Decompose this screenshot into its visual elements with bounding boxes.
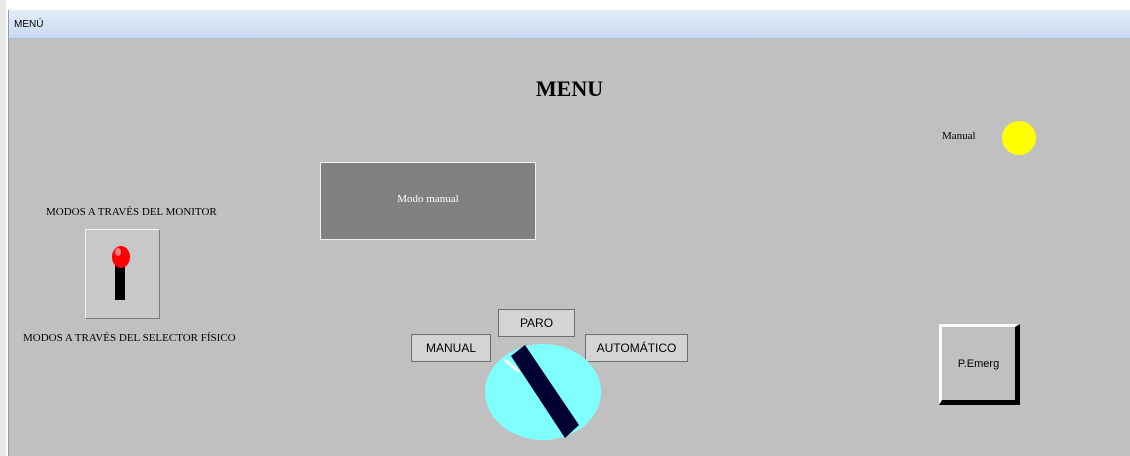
manual-indicator-label: Manual (942, 130, 976, 142)
window-title: MENÚ (14, 19, 44, 30)
emergency-stop-label: P.Emerg (957, 358, 1000, 370)
manual-indicator-lamp (1002, 121, 1036, 155)
mode-selector-knob[interactable] (483, 342, 603, 442)
lever-switch-icon (112, 246, 130, 300)
hmi-window: MENÚ MENU Manual Modo manual MODOS A TRA… (8, 10, 1130, 456)
left-edge (0, 0, 6, 456)
page-title: MENU (535, 76, 604, 101)
physical-selector-label: MODOS A TRAVÉS DEL SELECTOR FÍSICO (23, 332, 236, 344)
mode-source-toggle-button[interactable] (85, 229, 160, 319)
title-bar: MENÚ (9, 10, 1130, 39)
paro-button[interactable]: PARO (498, 309, 575, 337)
mode-display-text: Modo manual (397, 193, 459, 205)
emergency-stop-button[interactable]: P.Emerg (939, 324, 1020, 405)
mode-display-panel: Modo manual (320, 162, 536, 240)
monitor-modes-label: MODOS A TRAVÉS DEL MONITOR (46, 206, 217, 218)
manual-button[interactable]: MANUAL (411, 334, 491, 362)
